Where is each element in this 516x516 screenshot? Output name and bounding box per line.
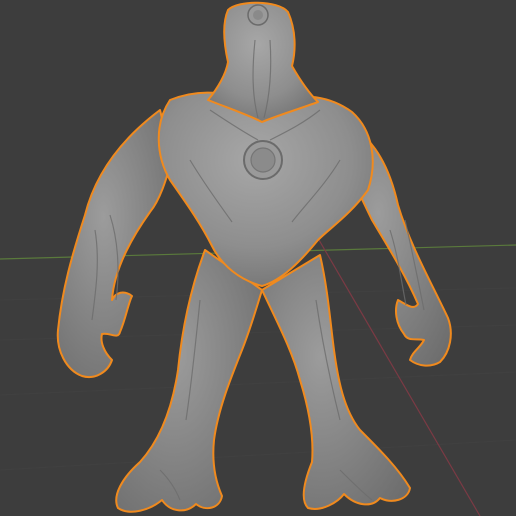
viewport-canvas[interactable] bbox=[0, 0, 516, 516]
3d-viewport[interactable] bbox=[0, 0, 516, 516]
left-leg[interactable] bbox=[115, 249, 263, 513]
torso[interactable] bbox=[157, 91, 374, 287]
creature-mesh[interactable] bbox=[56, 1, 452, 513]
chest-disc bbox=[243, 140, 283, 180]
forehead-disc bbox=[247, 4, 269, 26]
